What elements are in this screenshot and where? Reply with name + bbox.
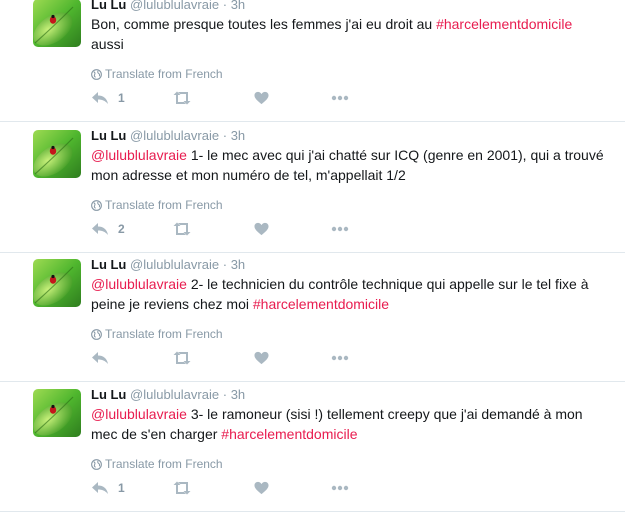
avatar[interactable] — [33, 259, 81, 307]
timestamp[interactable]: 3h — [231, 0, 245, 12]
like-button[interactable] — [254, 479, 269, 497]
tweet-link[interactable]: @lulublulavraie — [91, 276, 187, 292]
tweet[interactable]: Lu Lu @lulublulavraie · 3h @lulublulavra… — [0, 383, 625, 512]
reply-button[interactable]: 2 — [91, 220, 125, 238]
heart-icon — [254, 481, 269, 495]
display-name[interactable]: Lu Lu — [91, 128, 126, 143]
reply-button[interactable]: 1 — [91, 89, 125, 107]
timestamp[interactable]: 3h — [231, 257, 245, 272]
tweet-body: Bon, comme presque toutes les femmes j'a… — [91, 14, 606, 54]
user-handle[interactable]: @lulublulavraie — [130, 128, 219, 143]
tweet-link[interactable]: #harcelementdomicile — [253, 296, 389, 312]
globe-icon — [91, 199, 102, 215]
reply-icon — [91, 222, 109, 236]
reply-button[interactable] — [91, 349, 118, 367]
user-handle[interactable]: @lulublulavraie — [130, 257, 219, 272]
tweet-body: @lulublulavraie 2- le technicien du cont… — [91, 274, 606, 314]
separator: · — [222, 0, 228, 12]
user-handle[interactable]: @lulublulavraie — [130, 387, 219, 402]
heart-icon — [254, 222, 269, 236]
more-icon — [331, 485, 349, 491]
separator: · — [222, 257, 228, 272]
more-icon — [331, 355, 349, 361]
retweet-button[interactable] — [172, 349, 192, 367]
reply-count: 1 — [118, 91, 125, 105]
tweet[interactable]: Lu Lu @lulublulavraie · 3h @lulublulavra… — [0, 124, 625, 253]
reply-count: 2 — [118, 222, 125, 236]
tweet[interactable]: Lu Lu @lulublulavraie · 3h @lulublulavra… — [0, 253, 625, 382]
avatar[interactable] — [33, 0, 81, 47]
like-button[interactable] — [254, 220, 269, 238]
tweet-link[interactable]: @lulublulavraie — [91, 147, 187, 163]
retweet-icon — [172, 91, 192, 105]
display-name[interactable]: Lu Lu — [91, 387, 126, 402]
timestamp[interactable]: 3h — [231, 387, 245, 402]
translate-link[interactable]: Translate from French — [91, 66, 223, 84]
translate-link[interactable]: Translate from French — [91, 326, 223, 344]
retweet-button[interactable] — [172, 479, 192, 497]
tweet-header: Lu Lu @lulublulavraie · 3h — [91, 256, 245, 274]
globe-icon — [91, 328, 102, 344]
retweet-icon — [172, 351, 192, 365]
retweet-button[interactable] — [172, 89, 192, 107]
retweet-icon — [172, 481, 192, 495]
more-button[interactable] — [331, 479, 349, 497]
translate-label: Translate from French — [105, 457, 223, 471]
tweet-header: Lu Lu @lulublulavraie · 3h — [91, 386, 245, 404]
tweet-link[interactable]: #harcelementdomicile — [221, 426, 357, 442]
tweet[interactable]: Lu Lu @lulublulavraie · 3h Bon, comme pr… — [0, 0, 625, 122]
globe-icon — [91, 68, 102, 84]
translate-label: Translate from French — [105, 198, 223, 212]
tweet-body: @lulublulavraie 3- le ramoneur (sisi !) … — [91, 404, 606, 444]
heart-icon — [254, 91, 269, 105]
more-icon — [331, 226, 349, 232]
retweet-button[interactable] — [172, 220, 192, 238]
reply-icon — [91, 481, 109, 495]
tweet-link[interactable]: #harcelementdomicile — [436, 16, 572, 32]
more-button[interactable] — [331, 220, 349, 238]
globe-icon — [91, 458, 102, 474]
display-name[interactable]: Lu Lu — [91, 257, 126, 272]
tweet-header: Lu Lu @lulublulavraie · 3h — [91, 127, 245, 145]
reply-icon — [91, 351, 109, 365]
tweet-header: Lu Lu @lulublulavraie · 3h — [91, 0, 245, 14]
tweet-link[interactable]: @lulublulavraie — [91, 406, 187, 422]
separator: · — [222, 128, 228, 143]
tweet-text: aussi — [91, 36, 124, 52]
reply-count: 1 — [118, 481, 125, 495]
tweet-text: Bon, comme presque toutes les femmes j'a… — [91, 16, 437, 32]
avatar[interactable] — [33, 130, 81, 178]
more-button[interactable] — [331, 349, 349, 367]
separator: · — [222, 387, 228, 402]
avatar[interactable] — [33, 389, 81, 437]
timestamp[interactable]: 3h — [231, 128, 245, 143]
display-name[interactable]: Lu Lu — [91, 0, 126, 12]
tweet-body: @lulublulavraie 1- le mec avec qui j'ai … — [91, 145, 606, 185]
translate-label: Translate from French — [105, 67, 223, 81]
more-icon — [331, 95, 349, 101]
heart-icon — [254, 351, 269, 365]
reply-button[interactable]: 1 — [91, 479, 125, 497]
translate-link[interactable]: Translate from French — [91, 197, 223, 215]
retweet-icon — [172, 222, 192, 236]
reply-icon — [91, 91, 109, 105]
more-button[interactable] — [331, 89, 349, 107]
translate-label: Translate from French — [105, 327, 223, 341]
user-handle[interactable]: @lulublulavraie — [130, 0, 219, 12]
like-button[interactable] — [254, 349, 269, 367]
translate-link[interactable]: Translate from French — [91, 456, 223, 474]
like-button[interactable] — [254, 89, 269, 107]
